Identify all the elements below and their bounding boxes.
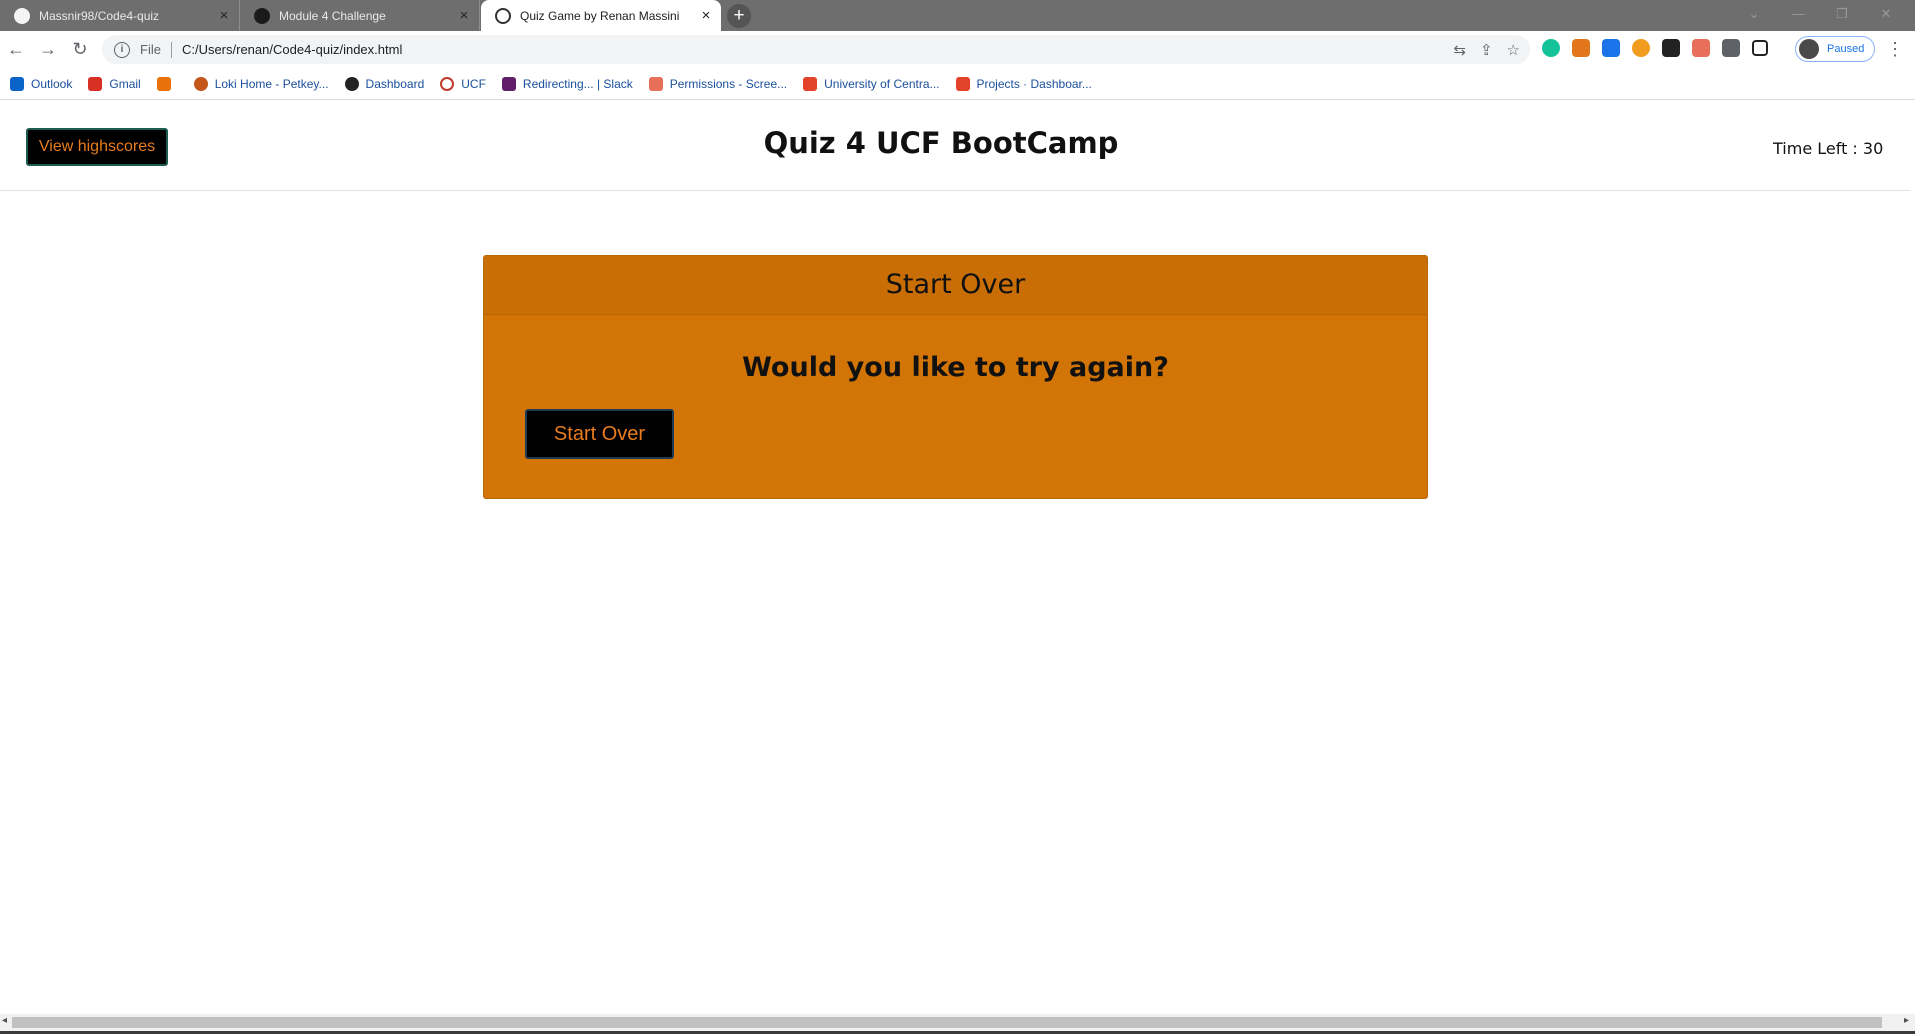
bookmark-label: Dashboard <box>365 76 425 91</box>
translate-icon[interactable]: ⇆ <box>1453 41 1466 59</box>
address-url[interactable]: C:/Users/renan/Code4-quiz/index.html <box>182 42 402 57</box>
browser-toolbar: ← → ↻ i File C:/Users/renan/Code4-quiz/i… <box>0 31 1915 68</box>
bookmark-label: Redirecting... | Slack <box>522 76 633 91</box>
slack-icon <box>501 76 516 91</box>
share-icon[interactable]: ⇪ <box>1480 41 1493 59</box>
close-icon[interactable]: × <box>453 7 475 24</box>
window-close-icon[interactable]: ✕ <box>1864 0 1908 27</box>
question-text: Would you like to try again? <box>742 352 1169 383</box>
tab-github[interactable]: Massnir98/Code4-quiz × <box>0 0 240 31</box>
gmail-icon <box>88 76 103 91</box>
github-icon <box>14 7 30 24</box>
bookmark-projects[interactable]: Projects · Dashboar... <box>955 76 1092 91</box>
profile-button[interactable]: Paused <box>1795 36 1875 62</box>
globe-icon <box>254 7 270 24</box>
extensions-bar <box>1542 39 1768 57</box>
bookmark-label: Permissions - Scree... <box>669 76 788 91</box>
start-over-button[interactable]: Start Over <box>525 409 674 459</box>
dashboard-icon <box>344 76 359 91</box>
quiz-card: Start Over Would you like to try again? … <box>483 255 1428 499</box>
outlook-icon <box>10 76 24 91</box>
tab-module[interactable]: Module 4 Challenge × <box>240 0 480 31</box>
gitlab-icon <box>955 76 970 91</box>
bookmark-label: Projects · Dashboar... <box>976 76 1092 91</box>
bookmark-label: UCF <box>461 76 486 91</box>
profile-status: Paused <box>1827 43 1865 55</box>
bookmark-university[interactable]: University of Centra... <box>803 76 940 91</box>
bookmark-outlook[interactable]: Outlook <box>10 76 73 91</box>
tab-label: Module 4 Challenge <box>279 8 386 23</box>
address-divider <box>170 41 172 58</box>
bookmark-icon <box>156 76 171 91</box>
scroll-right-icon[interactable]: ▸ <box>1904 1015 1909 1026</box>
loki-icon <box>193 76 208 91</box>
extension-red-icon[interactable] <box>1692 39 1710 57</box>
bookmarks-bar: Outlook Gmail Loki Home - Petkey... Dash… <box>0 68 1915 100</box>
tab-quiz[interactable]: Quiz Game by Renan Massini × <box>481 0 721 31</box>
bookmark-label: Gmail <box>109 76 141 91</box>
restore-icon[interactable]: ❐ <box>1820 0 1864 27</box>
tab-strip: Massnir98/Code4-quiz × Module 4 Challeng… <box>0 0 1915 31</box>
bookmark-loki[interactable]: Loki Home - Petkey... <box>193 76 329 91</box>
omnibox-actions: ⇆ ⇪ ☆ <box>1453 35 1520 64</box>
bookmark-unnamed[interactable] <box>156 76 178 91</box>
page-header: View highscores Quiz 4 UCF BootCamp Time… <box>0 100 1910 191</box>
address-scheme: File <box>140 42 161 57</box>
scrollbar-thumb[interactable] <box>12 1017 1882 1028</box>
timer-text: Time Left : 30 <box>1773 139 1884 158</box>
scroll-left-icon[interactable]: ◂ <box>2 1015 7 1026</box>
card-header: Start Over <box>484 256 1427 315</box>
bookmark-permissions[interactable]: Permissions - Scree... <box>648 76 788 91</box>
bookmark-ucf[interactable]: UCF <box>440 76 486 91</box>
spark-icon[interactable] <box>1632 39 1650 57</box>
horizontal-scrollbar[interactable]: ◂ ▸ <box>0 1014 1915 1031</box>
puzzle-icon[interactable] <box>1722 39 1740 57</box>
bookmark-label: Loki Home - Petkey... <box>214 76 329 91</box>
new-tab-button[interactable]: + <box>727 4 751 28</box>
bookmark-gmail[interactable]: Gmail <box>88 76 141 91</box>
address-bar[interactable]: i File C:/Users/renan/Code4-quiz/index.h… <box>102 35 1530 64</box>
info-icon[interactable]: i <box>114 41 130 58</box>
bookmark-label: Outlook <box>31 76 73 91</box>
close-icon[interactable]: × <box>213 7 235 24</box>
shield-icon[interactable] <box>1602 39 1620 57</box>
back-icon[interactable]: ← <box>4 37 28 61</box>
tab-label: Massnir98/Code4-quiz <box>39 8 160 23</box>
metamask-icon[interactable] <box>1572 39 1590 57</box>
globe-icon <box>495 7 511 24</box>
side-panel-icon[interactable] <box>1752 40 1768 56</box>
close-icon[interactable]: × <box>695 7 717 24</box>
gitlab-icon <box>803 76 818 91</box>
avatar <box>1799 39 1819 59</box>
kebab-menu-icon[interactable]: ⋮ <box>1885 37 1905 61</box>
forward-icon[interactable]: → <box>36 37 60 61</box>
bookmark-slack[interactable]: Redirecting... | Slack <box>501 76 633 91</box>
tab-search-icon[interactable]: ⌄ <box>1732 0 1776 27</box>
bookmark-star-icon[interactable]: ☆ <box>1507 41 1520 59</box>
bookmark-dashboard[interactable]: Dashboard <box>344 76 425 91</box>
page-title: Quiz 4 UCF BootCamp <box>763 126 1119 160</box>
permissions-icon <box>648 76 663 91</box>
bookmark-label: University of Centra... <box>824 76 940 91</box>
tab-label: Quiz Game by Renan Massini <box>520 8 680 23</box>
grammarly-icon[interactable] <box>1542 39 1560 57</box>
ucf-icon <box>440 76 455 91</box>
minimize-icon[interactable]: — <box>1776 0 1820 27</box>
reload-icon[interactable]: ↻ <box>68 37 92 61</box>
extension-black-icon[interactable] <box>1662 39 1680 57</box>
